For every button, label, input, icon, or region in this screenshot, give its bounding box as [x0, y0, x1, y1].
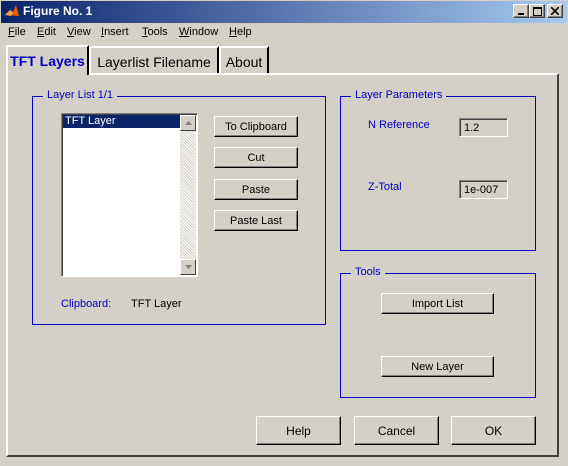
new-layer-button[interactable]: New Layer [381, 356, 494, 377]
tab-tft-layers[interactable]: TFT Layers [6, 45, 89, 75]
menu-tools[interactable]: Tools [142, 26, 168, 38]
n-reference-label: N Reference [368, 119, 430, 131]
n-reference-field[interactable] [459, 118, 508, 137]
layer-listbox[interactable] [61, 113, 198, 277]
cut-button[interactable]: Cut [214, 147, 298, 168]
layer-parameters-title: Layer Parameters [351, 89, 447, 101]
tab-about-label: About [225, 54, 263, 70]
menu-bar: File Edit View Insert Tools Window Help [0, 24, 568, 42]
ok-button[interactable]: OK [451, 416, 536, 445]
arrow-down-icon [184, 265, 192, 269]
menu-help[interactable]: Help [229, 26, 252, 38]
clipboard-value: TFT Layer [131, 298, 182, 310]
listbox-scrollbar[interactable] [180, 115, 196, 275]
menu-edit[interactable]: Edit [37, 26, 56, 38]
paste-button[interactable]: Paste [214, 179, 298, 200]
layer-list-title: Layer List 1/1 [43, 89, 118, 101]
maximize-button[interactable] [529, 4, 545, 18]
arrow-up-icon [184, 121, 192, 125]
tools-group: Tools [340, 266, 536, 398]
menu-view[interactable]: View [67, 26, 91, 38]
close-button[interactable] [547, 4, 563, 18]
minimize-icon [518, 13, 524, 15]
tab-layerlist-filename-label: Layerlist Filename [97, 54, 211, 70]
minimize-button[interactable] [513, 4, 529, 18]
z-total-field[interactable] [459, 180, 508, 199]
matlab-logo-icon[interactable] [4, 3, 20, 19]
help-button[interactable]: Help [256, 416, 341, 445]
tools-title: Tools [351, 266, 385, 278]
paste-last-button[interactable]: Paste Last [214, 210, 298, 231]
menu-insert[interactable]: Insert [101, 26, 129, 38]
cancel-button[interactable]: Cancel [354, 416, 439, 445]
tab-layerlist-filename[interactable]: Layerlist Filename [89, 46, 219, 73]
z-total-label: Z-Total [368, 181, 402, 193]
close-icon [551, 7, 559, 15]
menu-window[interactable]: Window [179, 26, 218, 38]
tab-tft-layers-label: TFT Layers [10, 53, 85, 69]
maximize-icon [532, 6, 542, 16]
to-clipboard-button[interactable]: To Clipboard [214, 116, 298, 137]
scroll-down-button[interactable] [180, 259, 196, 275]
tab-about[interactable]: About [219, 46, 269, 73]
window-title: Figure No. 1 [23, 4, 93, 18]
menu-file[interactable]: File [8, 26, 26, 38]
import-list-button[interactable]: Import List [381, 293, 494, 314]
list-item[interactable]: TFT Layer [63, 115, 180, 128]
scroll-up-button[interactable] [180, 115, 196, 131]
clipboard-label: Clipboard: [61, 298, 112, 310]
